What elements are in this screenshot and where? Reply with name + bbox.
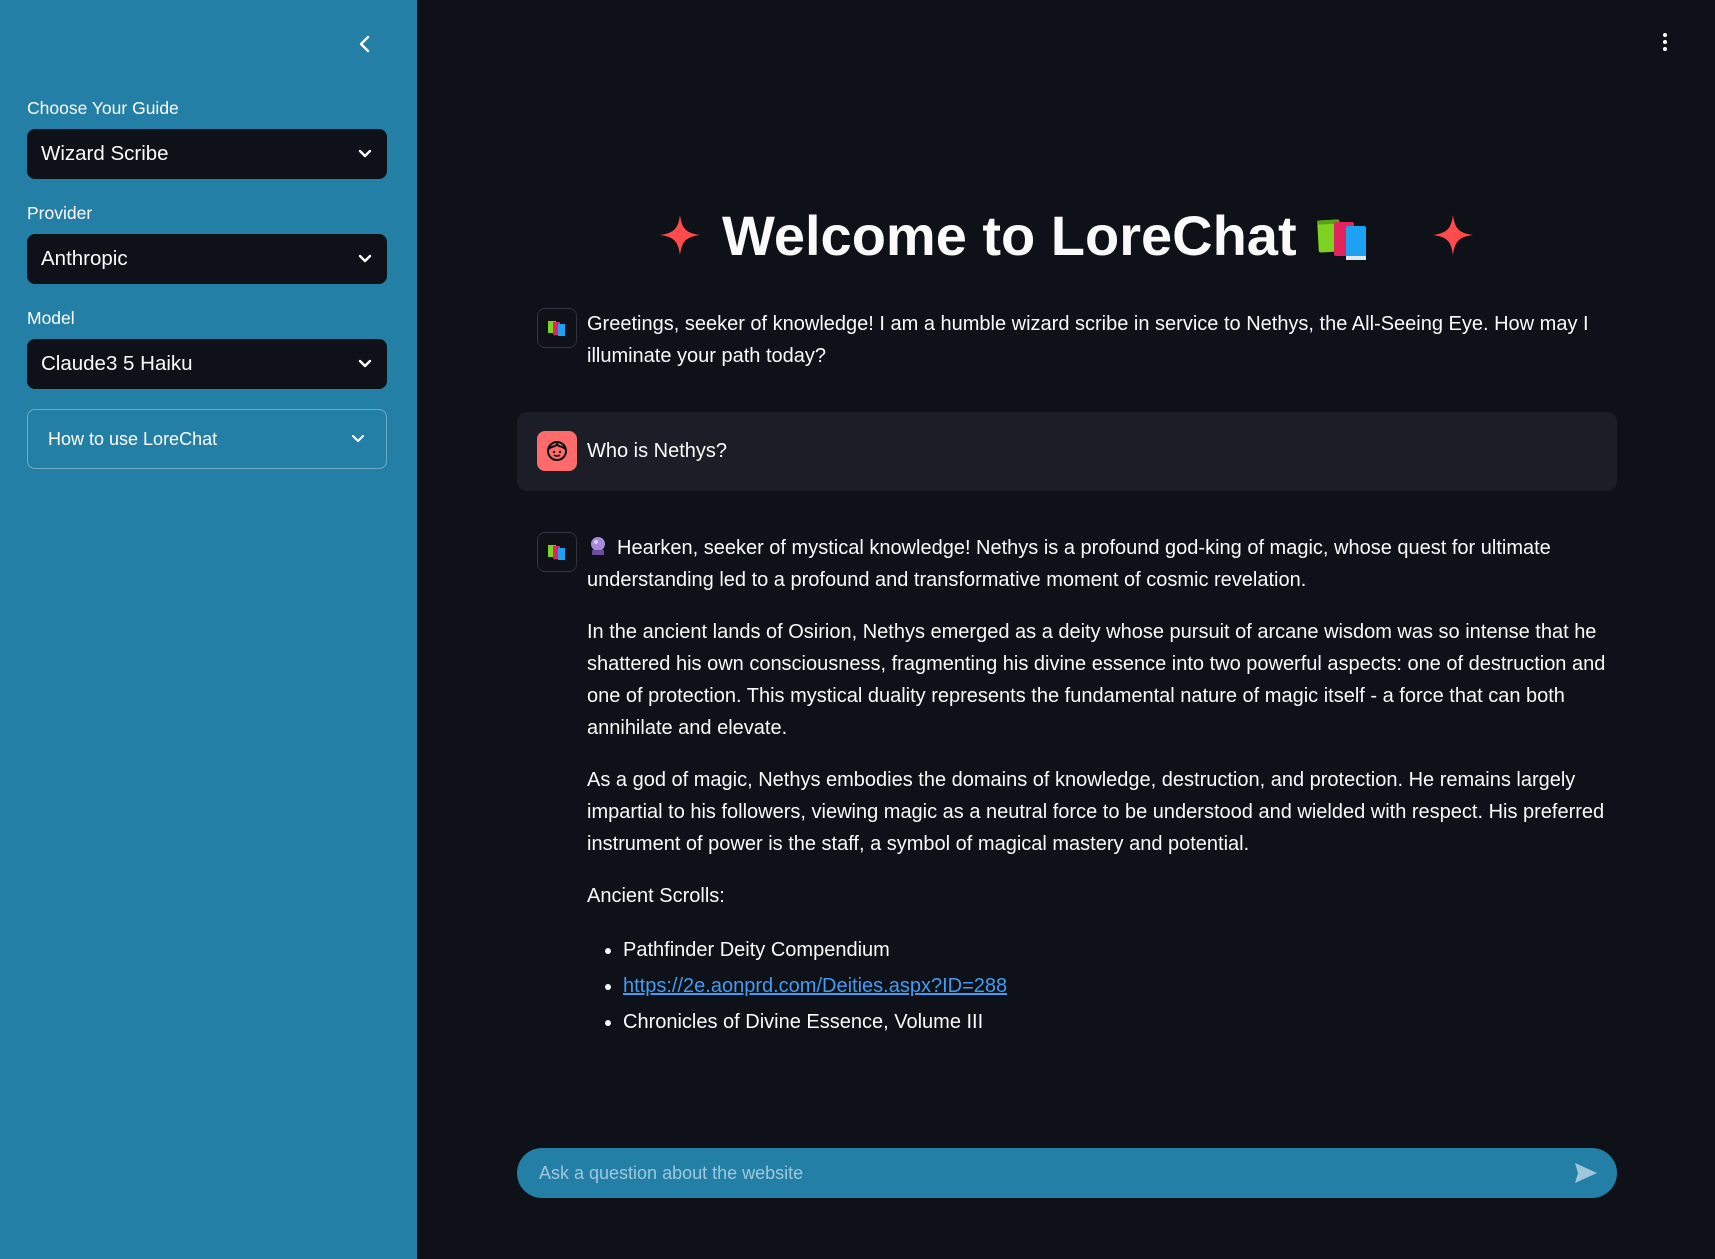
books-icon: [1317, 219, 1366, 260]
chat-input[interactable]: [537, 1161, 1571, 1185]
assistant-avatar: [537, 308, 577, 348]
sidebar: Choose Your Guide Wizard Scribe Provider…: [0, 0, 417, 1259]
main-menu-button[interactable]: [1655, 28, 1675, 56]
message-paragraph: In the ancient lands of Osirion, Nethys …: [587, 621, 1606, 739]
provider-label: Provider: [27, 203, 93, 223]
provider-select-value: Anthropic: [41, 247, 128, 270]
assistant-message-body: Hearken, seeker of mystical knowledge! N…: [587, 532, 1607, 1040]
chevron-down-icon: [358, 254, 372, 263]
chevron-down-icon: [358, 359, 372, 368]
user-face-icon: [547, 441, 567, 461]
assistant-message-text: Greetings, seeker of knowledge! I am a h…: [587, 313, 1589, 367]
title-row: Welcome to LoreChat: [417, 196, 1715, 276]
chevron-down-icon: [352, 435, 364, 442]
user-message: Who is Nethys?: [517, 412, 1617, 491]
guide-label: Choose Your Guide: [27, 98, 179, 118]
vertical-ellipsis-icon: [1663, 33, 1667, 51]
message-paragraph: Ancient Scrolls:: [587, 885, 725, 907]
main-area: Welcome to LoreChat Greetings, seeker of…: [417, 0, 1715, 1259]
provider-select[interactable]: Anthropic: [27, 234, 387, 284]
how-to-use-expander[interactable]: How to use LoreChat: [27, 409, 387, 469]
message-paragraph: As a god of magic, Nethys embodies the d…: [587, 769, 1605, 855]
page-title: Welcome to LoreChat: [722, 204, 1297, 267]
message-paragraph: Hearken, seeker of mystical knowledge! N…: [587, 537, 1551, 591]
assistant-avatar: [537, 532, 577, 572]
crystal-ball-icon: [591, 537, 605, 555]
chevron-left-icon: [359, 35, 370, 53]
collapse-sidebar-button[interactable]: [353, 30, 377, 58]
guide-select-value: Wizard Scribe: [41, 142, 169, 165]
list-item: Chronicles of Divine Essence, Volume III: [623, 1004, 1607, 1040]
scroll-list: Pathfinder Deity Compendium https://2e.a…: [587, 932, 1607, 1040]
list-item: Pathfinder Deity Compendium: [623, 932, 1607, 968]
sparkle-icon: [660, 215, 700, 255]
guide-select[interactable]: Wizard Scribe: [27, 129, 387, 179]
send-button[interactable]: [1571, 1158, 1601, 1188]
books-icon: [548, 321, 565, 336]
model-select-value: Claude3 5 Haiku: [41, 352, 193, 375]
model-label: Model: [27, 308, 75, 328]
scroll-link[interactable]: https://2e.aonprd.com/Deities.aspx?ID=28…: [623, 975, 1007, 997]
sparkle-icon: [1433, 215, 1473, 255]
chevron-down-icon: [358, 149, 372, 158]
how-to-use-label: How to use LoreChat: [48, 428, 218, 449]
chat-input-bar: [517, 1148, 1617, 1198]
user-message-text: Who is Nethys?: [587, 440, 728, 462]
books-icon: [548, 545, 565, 560]
model-select[interactable]: Claude3 5 Haiku: [27, 339, 387, 389]
send-icon: [1575, 1163, 1597, 1183]
user-avatar: [537, 431, 577, 471]
list-item: https://2e.aonprd.com/Deities.aspx?ID=28…: [623, 968, 1607, 1004]
